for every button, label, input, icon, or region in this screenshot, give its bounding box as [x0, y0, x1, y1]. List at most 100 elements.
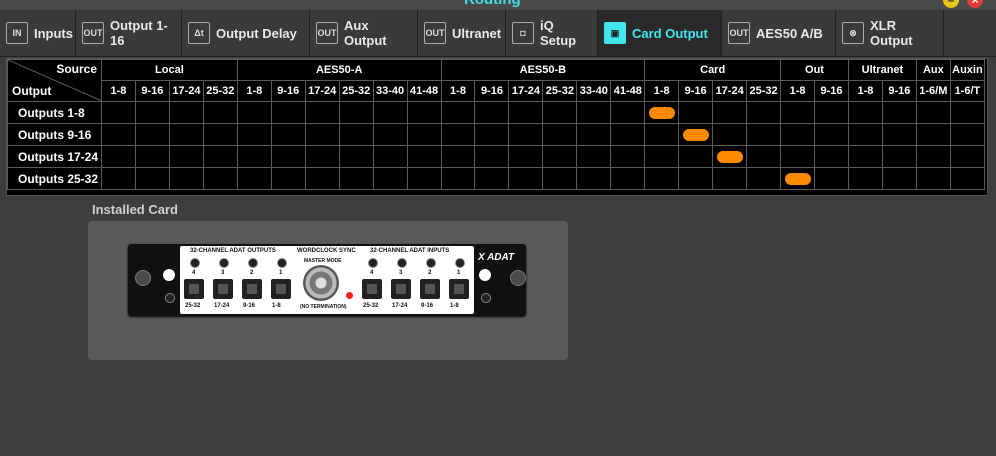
routing-cell[interactable] [746, 145, 782, 168]
routing-cell[interactable] [847, 101, 883, 124]
routing-cell[interactable] [101, 101, 136, 124]
routing-cell[interactable] [542, 101, 578, 124]
routing-cell[interactable] [372, 145, 408, 168]
routing-cell[interactable] [746, 123, 782, 146]
routing-cell[interactable] [881, 145, 917, 168]
routing-cell[interactable] [236, 167, 272, 190]
routing-cell[interactable] [101, 123, 136, 146]
routing-cell[interactable] [304, 167, 340, 190]
routing-cell[interactable] [134, 123, 170, 146]
routing-cell[interactable] [440, 123, 476, 146]
tab-inputs[interactable]: IN Inputs [0, 10, 76, 56]
routing-cell[interactable] [746, 167, 782, 190]
routing-cell[interactable] [474, 123, 510, 146]
routing-cell[interactable] [270, 101, 306, 124]
routing-cell[interactable] [542, 145, 578, 168]
routing-cell[interactable] [440, 145, 476, 168]
routing-cell[interactable] [915, 145, 951, 168]
routing-cell[interactable] [406, 145, 442, 168]
routing-cell[interactable] [881, 167, 917, 190]
routing-cell[interactable] [508, 167, 544, 190]
routing-cell[interactable] [372, 123, 408, 146]
routing-selection-marker[interactable] [716, 150, 743, 163]
routing-cell[interactable] [847, 123, 883, 146]
routing-cell[interactable] [372, 167, 408, 190]
routing-cell[interactable] [644, 145, 680, 168]
routing-cell[interactable] [610, 145, 646, 168]
routing-cell[interactable] [236, 123, 272, 146]
routing-cell[interactable] [712, 123, 748, 146]
routing-cell[interactable] [644, 167, 680, 190]
routing-cell[interactable] [610, 167, 646, 190]
routing-cell[interactable] [678, 167, 714, 190]
routing-cell[interactable] [847, 145, 883, 168]
routing-cell[interactable] [576, 167, 612, 190]
routing-cell[interactable] [915, 101, 951, 124]
routing-selection-marker[interactable] [648, 106, 675, 119]
routing-cell[interactable] [134, 145, 170, 168]
tab-ultranet[interactable]: OUT Ultranet [418, 10, 506, 56]
routing-cell[interactable] [881, 123, 917, 146]
routing-cell[interactable] [440, 101, 476, 124]
routing-cell[interactable] [270, 123, 306, 146]
routing-cell[interactable] [168, 101, 204, 124]
routing-cell[interactable] [168, 123, 204, 146]
routing-cell[interactable] [372, 101, 408, 124]
routing-cell[interactable] [780, 167, 816, 190]
routing-cell[interactable] [780, 123, 816, 146]
routing-cell[interactable] [406, 167, 442, 190]
routing-cell[interactable] [236, 145, 272, 168]
routing-cell[interactable] [814, 167, 849, 190]
routing-cell[interactable] [202, 145, 238, 168]
routing-cell[interactable] [678, 123, 714, 146]
routing-cell[interactable] [712, 101, 748, 124]
routing-cell[interactable] [406, 123, 442, 146]
routing-cell[interactable] [202, 101, 238, 124]
routing-cell[interactable] [202, 167, 238, 190]
routing-cell[interactable] [474, 101, 510, 124]
routing-cell[interactable] [168, 167, 204, 190]
routing-cell[interactable] [847, 167, 883, 190]
routing-cell[interactable] [270, 145, 306, 168]
routing-cell[interactable] [101, 167, 136, 190]
routing-cell[interactable] [678, 145, 714, 168]
routing-cell[interactable] [712, 167, 748, 190]
routing-cell[interactable] [338, 123, 374, 146]
routing-cell[interactable] [814, 101, 849, 124]
routing-cell[interactable] [304, 101, 340, 124]
routing-cell[interactable] [576, 145, 612, 168]
routing-cell[interactable] [780, 101, 816, 124]
tab-output-1-16[interactable]: OUT Output 1-16 [76, 10, 182, 56]
routing-cell[interactable] [474, 145, 510, 168]
routing-cell[interactable] [712, 145, 748, 168]
tab-iq-setup[interactable]: ◘ iQ Setup [506, 10, 598, 56]
routing-cell[interactable] [915, 123, 951, 146]
routing-cell[interactable] [508, 101, 544, 124]
routing-cell[interactable] [576, 123, 612, 146]
routing-cell[interactable] [644, 101, 680, 124]
routing-cell[interactable] [406, 101, 442, 124]
routing-cell[interactable] [134, 101, 170, 124]
routing-cell[interactable] [338, 145, 374, 168]
routing-cell[interactable] [440, 167, 476, 190]
tab-xlr-output[interactable]: ⊗ XLR Output [836, 10, 944, 56]
routing-cell[interactable] [202, 123, 238, 146]
routing-cell[interactable] [270, 167, 306, 190]
routing-cell[interactable] [949, 123, 986, 146]
routing-cell[interactable] [576, 101, 612, 124]
routing-selection-marker[interactable] [784, 172, 811, 185]
routing-cell[interactable] [678, 101, 714, 124]
routing-cell[interactable] [610, 101, 646, 124]
routing-cell[interactable] [949, 167, 986, 190]
routing-cell[interactable] [338, 167, 374, 190]
routing-cell[interactable] [915, 167, 951, 190]
routing-cell[interactable] [746, 101, 782, 124]
routing-cell[interactable] [101, 145, 136, 168]
routing-cell[interactable] [542, 167, 578, 190]
minimize-icon[interactable]: – [943, 0, 959, 8]
close-icon[interactable]: × [967, 0, 983, 8]
routing-cell[interactable] [338, 101, 374, 124]
routing-cell[interactable] [236, 101, 272, 124]
tab-output-delay[interactable]: Δt Output Delay [182, 10, 310, 56]
routing-cell[interactable] [949, 101, 986, 124]
